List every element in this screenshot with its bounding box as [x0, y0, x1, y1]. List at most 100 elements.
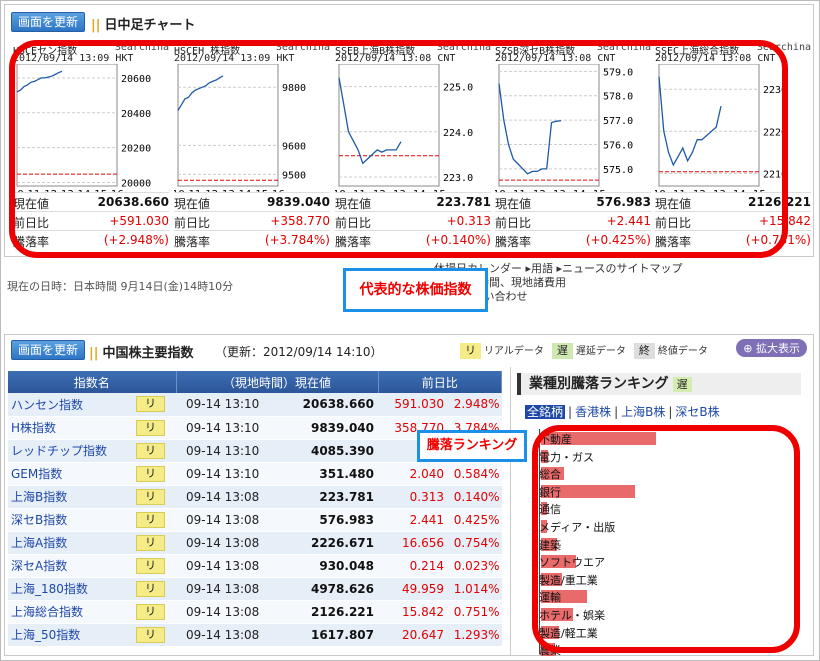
highlight-indices-outline — [9, 40, 788, 258]
realtime-badge: リ — [136, 419, 165, 436]
indices-table: 指数名 （現地時間）現在値 前日比 ハンセン指数リ 09-14 13:10 2063… — [8, 371, 502, 647]
ranking-tab[interactable]: 全銘柄 — [525, 405, 566, 419]
current-datetime: 現在の日時：日本時間 9月14日(金)14時10分 — [7, 280, 234, 293]
index-name-link[interactable]: 上海A指数 — [8, 531, 136, 555]
zoom-icon: ⊕ — [743, 342, 756, 355]
change-value: 20.647 — [378, 623, 444, 647]
table-row: GEM指数リ 09-14 13:10 351.480 2.040 0.584% — [8, 462, 502, 486]
tab-separator: | — [668, 405, 673, 419]
change-value: 591.030 — [378, 393, 444, 417]
index-name-link[interactable]: 上海_180指数 — [8, 577, 136, 601]
current-price: 2226.671 — [266, 531, 378, 555]
local-time: 09-14 13:08 — [176, 554, 266, 578]
table-row: 上海_50指数リ 09-14 13:08 1617.807 20.647 1.293% — [8, 623, 502, 647]
current-price: 4085.390 — [266, 439, 378, 463]
index-name-link[interactable]: 上海総合指数 — [8, 600, 136, 624]
current-price: 4978.626 — [266, 577, 378, 601]
index-name-link[interactable]: レッドチップ指数 — [8, 439, 136, 463]
legend-text: 終値データ — [657, 346, 708, 357]
index-name-link[interactable]: 上海B指数 — [8, 485, 136, 509]
legend-chip: リ — [460, 343, 481, 359]
col-header-price: （現地時間）現在値 — [176, 371, 379, 393]
index-name-link[interactable]: ハンセン指数 — [8, 393, 136, 417]
table-row: 上海A指数リ 09-14 13:08 2226.671 16.656 0.754% — [8, 531, 502, 555]
expand-button[interactable]: ⊕ 拡大表示 — [736, 339, 807, 357]
change-percent: 0.023% — [444, 554, 502, 578]
local-time: 09-14 13:08 — [176, 623, 266, 647]
data-legend: リリアルデータ遅遅延データ終終値データ — [460, 342, 716, 359]
realtime-badge: リ — [136, 534, 165, 551]
local-time: 09-14 13:10 — [176, 416, 266, 440]
callout-ranking: 騰落ランキング — [417, 430, 527, 462]
change-value: 0.214 — [378, 554, 444, 578]
refresh-button[interactable]: 画面を更新 — [11, 12, 86, 32]
realtime-badge: リ — [136, 396, 165, 413]
realtime-badge: リ — [136, 511, 165, 528]
change-percent: 0.584% — [444, 462, 502, 486]
change-percent: 0.751% — [444, 600, 502, 624]
change-percent: 1.014% — [444, 577, 502, 601]
table-row: 上海B指数リ 09-14 13:08 223.781 0.313 0.140% — [8, 485, 502, 509]
table-row: 上海_180指数リ 09-14 13:08 4978.626 49.959 1.014% — [8, 577, 502, 601]
realtime-badge: リ — [136, 626, 165, 643]
table-row: 深セA指数リ 09-14 13:08 930.048 0.214 0.023% — [8, 554, 502, 578]
realtime-badge: リ — [136, 557, 165, 574]
local-time: 09-14 13:10 — [176, 462, 266, 486]
index-name-link[interactable]: GEM指数 — [8, 462, 136, 486]
index-name-link[interactable]: 深セA指数 — [8, 554, 136, 578]
ranking-tab[interactable]: 上海B株 — [621, 405, 665, 419]
table-row: ハンセン指数リ 09-14 13:10 20638.660 591.030 2.948% — [8, 393, 502, 417]
ranking-title: 業種別騰落ランキング遅 — [517, 373, 801, 395]
change-percent: 0.754% — [444, 531, 502, 555]
local-time: 09-14 13:10 — [176, 393, 266, 417]
local-time: 09-14 13:10 — [176, 439, 266, 463]
change-value: 2.040 — [378, 462, 444, 486]
current-price: 2126.221 — [266, 600, 378, 624]
index-name-link[interactable]: H株指数 — [8, 416, 136, 440]
change-percent: 1.293% — [444, 623, 502, 647]
table-row: 上海総合指数リ 09-14 13:08 2126.221 15.842 0.751% — [8, 600, 502, 624]
change-percent: 0.425% — [444, 508, 502, 532]
ranking-tab[interactable]: 深セB株 — [675, 405, 719, 419]
change-value: 49.959 — [378, 577, 444, 601]
callout-representative-indices: 代表的な株価指数 — [343, 268, 488, 312]
legend-chip: 終 — [633, 343, 655, 359]
realtime-badge: リ — [136, 488, 165, 505]
ranking-tabs: 全銘柄 | 香港株 | 上海B株 | 深セB株 — [525, 403, 720, 420]
change-value: 2.441 — [378, 508, 444, 532]
local-time: 09-14 13:08 — [176, 485, 266, 509]
current-price: 930.048 — [266, 554, 378, 578]
current-price: 351.480 — [266, 462, 378, 486]
refresh-button[interactable]: 画面を更新 — [11, 340, 86, 360]
local-time: 09-14 13:08 — [176, 577, 266, 601]
legend-text: 遅延データ — [575, 346, 626, 357]
index-name-link[interactable]: 深セB指数 — [8, 508, 136, 532]
col-header-change: 前日比 — [378, 371, 502, 393]
local-time: 09-14 13:08 — [176, 600, 266, 624]
current-price: 223.781 — [266, 485, 378, 509]
index-name-link[interactable]: 上海_50指数 — [8, 623, 136, 647]
current-price: 576.983 — [266, 508, 378, 532]
tab-separator: | — [614, 405, 619, 419]
change-percent: 0.140% — [444, 485, 502, 509]
realtime-badge: リ — [136, 603, 165, 620]
local-time: 09-14 13:08 — [176, 508, 266, 532]
tab-separator: | — [568, 405, 573, 419]
table-row: 深セB指数リ 09-14 13:08 576.983 2.441 0.425% — [8, 508, 502, 532]
realtime-badge: リ — [136, 580, 165, 597]
col-header-name: 指数名 — [8, 371, 177, 393]
highlight-ranking-outline — [532, 425, 800, 653]
change-value: 16.656 — [378, 531, 444, 555]
change-value: 0.313 — [378, 485, 444, 509]
realtime-badge: リ — [136, 465, 165, 482]
realtime-badge: リ — [136, 442, 165, 459]
panel-title: || 日中足チャート — [91, 18, 196, 33]
panel-title: || 中国株主要指数 — [89, 346, 194, 361]
delay-badge: 遅 — [672, 376, 692, 392]
change-value: 15.842 — [378, 600, 444, 624]
change-percent: 2.948% — [444, 393, 502, 417]
local-time: 09-14 13:08 — [176, 531, 266, 555]
ranking-tab[interactable]: 香港株 — [575, 405, 611, 419]
legend-chip: 遅 — [551, 343, 573, 359]
current-price: 20638.660 — [266, 393, 378, 417]
